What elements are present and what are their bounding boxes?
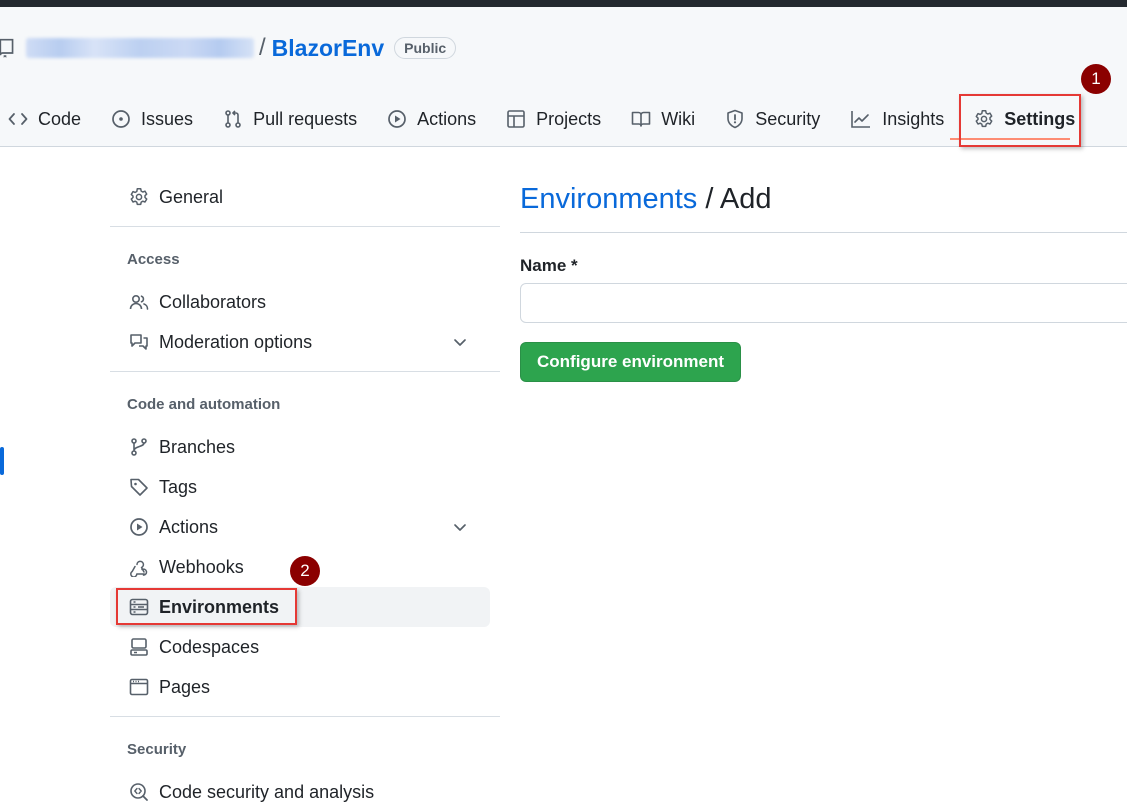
title-divider xyxy=(520,232,1127,233)
sidebar-item-code-security-and-analysis[interactable]: Code security and analysis xyxy=(110,772,490,812)
annotation-badge-2: 2 xyxy=(290,556,320,586)
sidebar-heading-code-and-automation: Code and automation xyxy=(127,396,281,413)
issue-opened-icon xyxy=(112,110,130,128)
sidebar-item-label: Environments xyxy=(159,596,280,617)
tab-issues[interactable]: Issues xyxy=(111,101,193,137)
sidebar-divider xyxy=(110,226,500,227)
tab-pull-requests-label: Pull requests xyxy=(253,108,358,129)
sidebar-item-collaborators[interactable]: Collaborators xyxy=(110,282,490,322)
tab-projects-label: Projects xyxy=(536,108,602,129)
tab-projects[interactable]: Projects xyxy=(506,101,601,137)
server-icon xyxy=(129,598,149,616)
sidebar-item-moderation-options[interactable]: Moderation options xyxy=(110,322,490,362)
sidebar-divider xyxy=(110,716,500,717)
tab-settings-label: Settings xyxy=(1004,108,1076,129)
repo-separator: / xyxy=(259,34,266,61)
repo-title: / BlazorEnv Public xyxy=(0,33,457,63)
repo-name-link[interactable]: BlazorEnv xyxy=(272,35,384,62)
name-field-label: Name * xyxy=(520,256,578,275)
sidebar-item-branches[interactable]: Branches xyxy=(110,427,490,467)
page-title: Environments / Add xyxy=(520,183,772,216)
sidebar-item-label: Pages xyxy=(159,676,211,697)
tab-security[interactable]: Security xyxy=(725,101,820,137)
sidebar-item-label: Tags xyxy=(159,476,198,497)
tab-wiki[interactable]: Wiki xyxy=(631,101,695,137)
configure-environment-button[interactable]: Configure environment xyxy=(520,342,742,382)
sidebar-item-pages[interactable]: Pages xyxy=(110,667,490,707)
tab-security-label: Security xyxy=(755,108,821,129)
repo-header: / BlazorEnv Public Code Issues Pull requ… xyxy=(0,7,1127,147)
gear-icon xyxy=(130,188,148,206)
book-icon xyxy=(631,111,651,127)
tab-actions[interactable]: Actions xyxy=(387,101,476,137)
repo-icon xyxy=(0,38,16,58)
tab-insights-label: Insights xyxy=(882,108,945,129)
sidebar-item-environments[interactable]: Environments xyxy=(110,587,490,627)
gear-icon xyxy=(975,110,993,128)
sidebar-item-general[interactable]: General xyxy=(110,177,490,217)
sidebar-item-label: General xyxy=(159,186,224,207)
tab-insights[interactable]: Insights xyxy=(850,101,944,137)
sidebar-item-label: Codespaces xyxy=(159,636,260,657)
sidebar-item-actions[interactable]: Actions xyxy=(110,507,490,547)
sidebar-item-codespaces[interactable]: Codespaces xyxy=(110,627,490,667)
tab-code-label: Code xyxy=(38,108,82,129)
sidebar-divider xyxy=(110,371,500,372)
active-item-indicator xyxy=(0,447,4,475)
breadcrumb-separator: / xyxy=(697,183,720,215)
environment-name-input[interactable] xyxy=(520,283,1127,323)
tag-icon xyxy=(130,478,148,496)
tab-pull-requests[interactable]: Pull requests xyxy=(223,101,357,137)
global-header-bar xyxy=(0,0,1127,7)
tab-settings[interactable]: Settings xyxy=(974,101,1075,137)
tab-wiki-label: Wiki xyxy=(661,108,696,129)
git-branch-icon xyxy=(131,438,147,456)
codespaces-icon xyxy=(130,638,148,656)
sidebar-heading-access: Access xyxy=(127,251,180,268)
tab-issues-label: Issues xyxy=(141,108,194,129)
chevron-down-icon[interactable] xyxy=(452,334,468,350)
shield-icon xyxy=(727,109,743,129)
comment-discussion-icon xyxy=(130,334,148,350)
graph-icon xyxy=(851,111,871,128)
breadcrumb-environments-link[interactable]: Environments xyxy=(520,183,697,215)
webhook-icon xyxy=(130,560,148,577)
tab-code[interactable]: Code xyxy=(8,101,81,137)
tab-actions-label: Actions xyxy=(417,108,477,129)
people-icon xyxy=(129,294,149,310)
chevron-down-icon[interactable] xyxy=(452,519,468,535)
sidebar-item-label: Moderation options xyxy=(159,331,313,352)
play-icon xyxy=(130,518,148,536)
sidebar-item-tags[interactable]: Tags xyxy=(110,467,490,507)
visibility-badge: Public xyxy=(394,37,457,59)
sidebar-item-label: Code security and analysis xyxy=(159,781,375,802)
table-icon xyxy=(507,110,525,128)
breadcrumb-current: Add xyxy=(719,183,772,215)
sidebar-item-label: Webhooks xyxy=(159,556,244,577)
browser-icon xyxy=(129,678,149,696)
git-pull-request-icon xyxy=(225,110,241,128)
code-icon xyxy=(8,113,28,125)
play-icon xyxy=(388,110,406,128)
sidebar-item-label: Actions xyxy=(159,516,219,537)
repo-nav-tabs: Code Issues Pull requests Actions Projec… xyxy=(0,99,1105,139)
codescan-icon xyxy=(130,783,148,801)
selected-tab-underline xyxy=(950,138,1070,140)
repo-owner-redacted[interactable] xyxy=(26,38,254,58)
annotation-badge-1: 1 xyxy=(1081,64,1111,94)
sidebar-item-label: Branches xyxy=(159,436,236,457)
sidebar-item-label: Collaborators xyxy=(159,291,267,312)
sidebar-heading-security: Security xyxy=(127,741,187,758)
